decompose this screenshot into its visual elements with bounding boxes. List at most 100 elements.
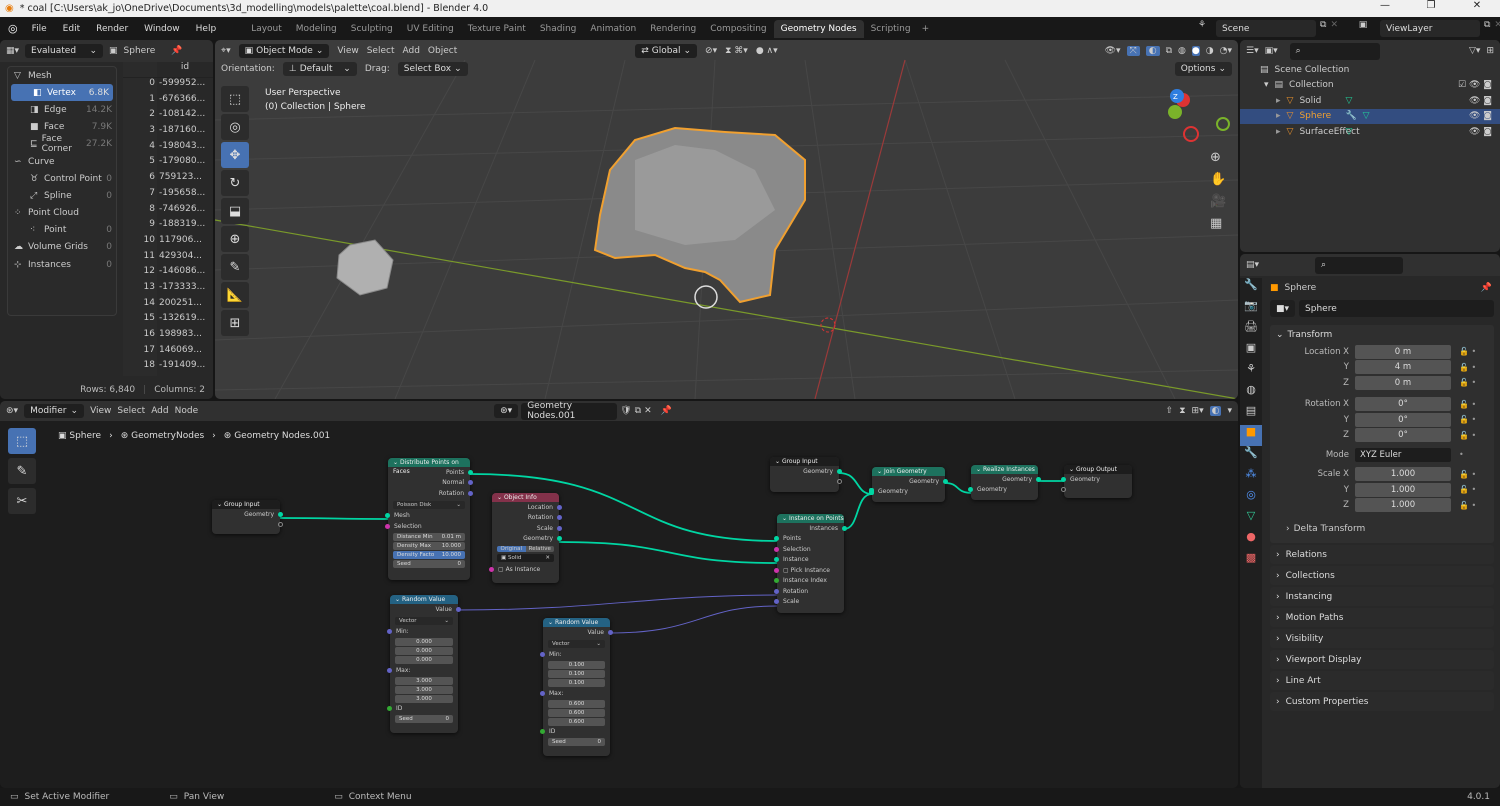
domain-instances[interactable]: ⊹ Instances 0 (8, 256, 116, 273)
workspace-tab-texture-paint[interactable]: Texture Paint (461, 20, 533, 38)
domain-edge[interactable]: ◨ Edge 14.2K (8, 101, 116, 118)
render-tab-icon[interactable]: 📷 (1240, 299, 1262, 320)
copy-scene-icon[interactable]: ⧉ (1320, 20, 1326, 37)
transform-tool[interactable]: ⊕ (221, 226, 249, 252)
node-group-input[interactable]: ⌄ Group Input Geometry (212, 500, 283, 534)
visibility-toggles[interactable]: 👁 ◙ (1469, 111, 1492, 121)
domain-mesh[interactable]: ▽ Mesh (8, 67, 116, 84)
rotation-z-field[interactable]: 0° (1355, 428, 1451, 443)
pin-icon[interactable]: 📌 (1481, 283, 1492, 293)
scale-z-field[interactable]: 1.000 (1355, 498, 1451, 513)
maximize-button[interactable]: ❐ (1408, 0, 1454, 11)
collection-row[interactable]: ▾ ▤ Collection ☑ 👁 ◙ (1240, 78, 1500, 94)
workspace-tab-layout[interactable]: Layout (244, 20, 289, 38)
outliner-item-sphere[interactable]: ▸ ▽ Sphere 🔧 ▽ 👁 ◙ (1240, 108, 1500, 124)
pin-icon[interactable]: 📌 (171, 46, 182, 56)
workspace-tab-animation[interactable]: Animation (583, 20, 643, 38)
data-tab-icon[interactable]: ▽ (1240, 509, 1262, 530)
domain-curve[interactable]: ∽ Curve (8, 153, 116, 170)
visibility-icon[interactable]: 👁▾ (1105, 46, 1121, 56)
domain-control-point[interactable]: ♉ Control Point 0 (8, 170, 116, 187)
modifier-tab-icon[interactable]: 🔧 (1240, 446, 1262, 467)
domain-spline[interactable]: ⤢ Spline 0 (8, 187, 116, 204)
outliner-search[interactable]: ⌕ (1289, 42, 1380, 60)
workspace-tab-scripting[interactable]: Scripting (864, 20, 918, 38)
new-collection-icon[interactable]: ⊞ (1486, 46, 1494, 56)
menu-object[interactable]: Object (428, 46, 457, 56)
close-button[interactable]: ✕ (1454, 0, 1500, 11)
view-layer-tab-icon[interactable]: ▣ (1240, 341, 1262, 362)
density-factor-field[interactable]: Density Facto 10.000 (393, 550, 465, 559)
location-z-field[interactable]: 0 m (1355, 375, 1451, 390)
domain-face[interactable]: ■ Face 7.9K (8, 119, 116, 136)
min-z-field[interactable]: 0.100 (548, 679, 605, 687)
location-x-field[interactable]: 0 m (1355, 344, 1451, 359)
rotation-x-field[interactable]: 0° (1355, 397, 1451, 412)
filter-icon[interactable]: ▽▾ (1469, 46, 1480, 56)
scene-tab-icon[interactable]: ⚘ (1240, 362, 1262, 383)
editor-type-icon[interactable]: ▦▾ (6, 46, 19, 56)
transform-orientation-dropdown[interactable]: ⇄ Global ⌄ (635, 44, 698, 58)
domain-point-cloud[interactable]: ⁘ Point Cloud (8, 205, 116, 222)
geometry-node-editor[interactable]: ⊛▾ Modifier ⌄ View Select Add Node ⊛▾ Geo… (0, 401, 1238, 788)
max-z-field[interactable]: 3.000 (395, 694, 453, 703)
delete-scene-icon[interactable]: ✕ (1330, 20, 1338, 37)
wireframe-shading-icon[interactable]: ◍ (1178, 46, 1186, 56)
max-x-field[interactable]: 0.600 (548, 699, 605, 708)
density-max-field[interactable]: Density Max 10.000 (393, 541, 465, 550)
editor-type-icon[interactable]: ▤▾ (1246, 260, 1259, 270)
transform-panel-header[interactable]: ⌄ Transform (1270, 325, 1494, 344)
evaluation-dropdown[interactable]: Evaluated ⌄ (25, 44, 104, 58)
mode-dropdown[interactable]: ▣ Object Mode ⌄ (238, 44, 330, 58)
node-random-value-rotation[interactable]: ⌄ Random Value Value Vector ⌄ Min: 0.000 … (387, 595, 461, 733)
node-random-value-scale[interactable]: ⌄ Random Value Value Vector ⌄ Min: 0.100 … (540, 618, 613, 756)
min-z-field[interactable]: 0.000 (395, 656, 453, 664)
measure-tool[interactable]: 📐 (221, 282, 249, 308)
node-group-input-2[interactable]: ⌄ Group Input Geometry (770, 457, 842, 492)
relative-toggle[interactable]: Relative (525, 546, 554, 552)
material-tab-icon[interactable]: ● (1240, 530, 1262, 551)
domain-face-corner[interactable]: ⊑ Face Corner 27.2K (8, 134, 116, 154)
tool-tab-icon[interactable]: 🔧 (1240, 278, 1262, 299)
pivot-icon[interactable]: ⊘▾ (705, 46, 717, 56)
rotation-y-field[interactable]: 0° (1355, 412, 1451, 427)
workspace-tab-modeling[interactable]: Modeling (289, 20, 344, 38)
copy-view-layer-icon[interactable]: ⧉ (1484, 20, 1490, 37)
scale-y-field[interactable]: 1.000 (1355, 482, 1451, 497)
delta-transform-subpanel[interactable]: › Delta Transform (1270, 519, 1494, 539)
scene-icon[interactable]: ⚘ (1192, 20, 1212, 37)
add-workspace-icon[interactable]: + (922, 24, 930, 34)
physics-tab-icon[interactable]: ◎ (1240, 488, 1262, 509)
proportional-edit-icon[interactable]: ● ∧▾ (756, 46, 778, 56)
perspective-grid-icon[interactable]: ▦ (1210, 216, 1226, 231)
minimize-button[interactable]: — (1362, 0, 1408, 11)
display-mode-icon[interactable]: ▣▾ (1265, 46, 1278, 56)
options-dropdown[interactable]: Options ⌄ (1174, 62, 1232, 76)
domain-vertex[interactable]: ◧ Vertex 6.8K (11, 84, 113, 102)
properties-search[interactable]: ⌕ (1315, 256, 1404, 274)
node-join-geometry[interactable]: ⌄ Join Geometry Geometry Geometry (869, 467, 948, 502)
menu-view[interactable]: View (337, 46, 358, 56)
max-y-field[interactable]: 0.600 (548, 708, 605, 717)
solid-shading-icon[interactable]: ● (1191, 46, 1200, 56)
scene-collection-row[interactable]: ▤ Scene Collection (1240, 62, 1500, 78)
editor-type-icon[interactable]: ⌖▾ (221, 46, 231, 56)
rotation-mode-dropdown[interactable]: XYZ Euler (1355, 447, 1451, 462)
seed-field[interactable]: Seed 0 (393, 559, 465, 568)
menu-file[interactable]: File (32, 24, 47, 34)
original-toggle[interactable]: Original (497, 546, 526, 552)
menu-add[interactable]: Add (402, 46, 419, 56)
particles-tab-icon[interactable]: ⁂ (1240, 467, 1262, 488)
blender-menu-icon[interactable]: ◎ (8, 22, 18, 35)
max-z-field[interactable]: 0.600 (548, 717, 605, 726)
node-object-info[interactable]: ⌄ Object Info Location Rotation Scale Ge… (489, 493, 562, 583)
domain-volume-grids[interactable]: ☁ Volume Grids 0 (8, 239, 116, 256)
workspace-tab-shading[interactable]: Shading (533, 20, 584, 38)
editor-type-icon[interactable]: ☰▾ (1246, 46, 1259, 56)
min-y-field[interactable]: 0.000 (395, 647, 453, 655)
node-instance-on-points[interactable]: ⌄ Instance on Points Instances Points Se… (774, 514, 847, 613)
panel-motion-paths[interactable]: › Motion Paths (1270, 608, 1494, 627)
visibility-toggles[interactable]: 👁 ◙ (1469, 96, 1492, 106)
view-layer-field[interactable]: ViewLayer (1379, 20, 1480, 37)
rotate-tool[interactable]: ↻ (221, 170, 249, 196)
